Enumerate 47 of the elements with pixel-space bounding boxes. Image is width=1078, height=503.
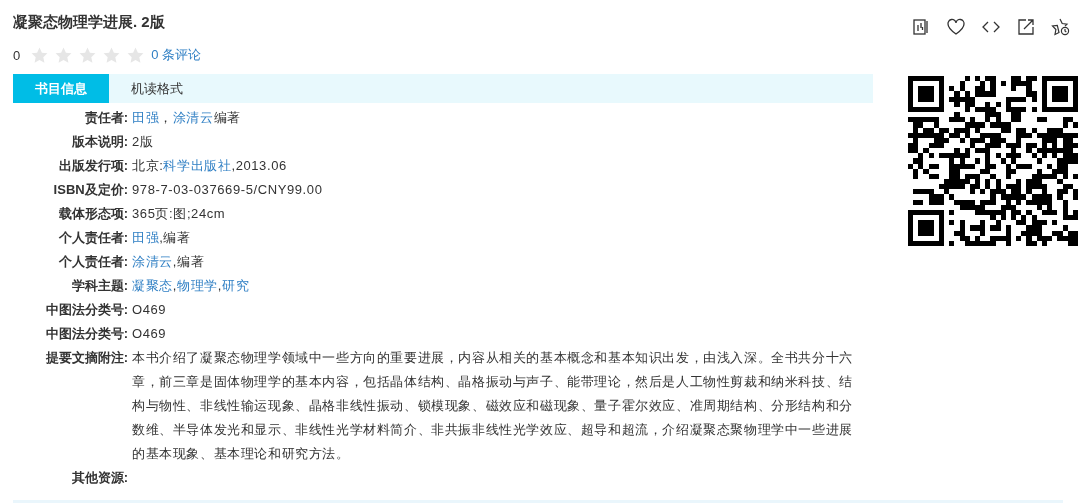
star-icon[interactable] — [126, 45, 146, 65]
field-label: 提要文摘附注: — [44, 349, 128, 367]
value-link[interactable]: 研究 — [222, 278, 250, 293]
field-label: 中图法分类号: — [44, 301, 128, 319]
value-text: ,编著 — [159, 230, 191, 245]
field-label: 个人责任者: — [57, 229, 128, 247]
field-label: 版本说明: — [70, 133, 128, 151]
field-label: 责任者: — [83, 109, 128, 127]
tab[interactable]: 机读格式 — [109, 74, 205, 103]
value-text: ， — [159, 110, 173, 125]
value-text: 978-7-03-037669-5/CNY99.00 — [132, 182, 323, 197]
star-icon[interactable] — [30, 45, 50, 65]
value-text: 365页:图;24cm — [132, 206, 226, 221]
value-link[interactable]: 田强 — [132, 110, 160, 125]
reviews-link[interactable]: 0 条评论 — [151, 46, 202, 64]
book-title: 凝聚态物理学进展. 2版 — [13, 12, 166, 32]
value-link[interactable]: 科学出版社 — [163, 158, 232, 173]
field-label: 中图法分类号: — [44, 325, 128, 343]
star-rating[interactable] — [30, 45, 146, 65]
value-text: 编著 — [213, 110, 241, 125]
star-icon[interactable] — [78, 45, 98, 65]
value-text: ,编著 — [172, 254, 205, 269]
field-label: 其他资源: — [70, 469, 128, 487]
rating-score: 0 — [13, 47, 21, 63]
value-text: O469 — [132, 326, 167, 341]
value-text: 北京: — [132, 158, 164, 173]
share-icon[interactable] — [1016, 17, 1036, 37]
field-label: ISBN及定价: — [52, 181, 128, 199]
heart-icon[interactable] — [946, 17, 966, 37]
value-link[interactable]: 涂清云 — [172, 110, 214, 125]
report-icon[interactable] — [911, 17, 931, 37]
value-link[interactable]: 凝聚态 — [132, 278, 173, 293]
value-text: , — [217, 278, 223, 293]
value-link[interactable]: 田强 — [132, 230, 160, 245]
value-text: 本书介绍了凝聚态物理学领域中一些方向的重要进展，内容从相关的基本概念和基本知识出发，由浅入深。全书共分十六章，前三章是固体物理学的基本内容，包括晶体结构、晶格振动与声子、能带理论，然后是人工物性剪裁和纳米科技、结构与物性、非线性输运现象、晶格非线性振动、锁模现象、磁效应和磁现象、量子霍尔效应、准周期结构、分形结构和分数维、半导体发光和显示、非线性光学材料简介、非共振非线性光学效应、超导和超流，介绍凝聚态聚物理学中一些进展的基本现象、基本理论和研究方法。 — [132, 350, 853, 461]
field-label: 载体形态项: — [57, 205, 128, 223]
value-text: 2版 — [132, 134, 154, 149]
field-label: 个人责任者: — [57, 253, 128, 271]
value-link[interactable]: 物理学 — [177, 278, 218, 293]
star-icon[interactable] — [102, 45, 122, 65]
star-icon[interactable] — [54, 45, 74, 65]
field-label: 学科主题: — [70, 277, 128, 295]
value-text: O469 — [132, 302, 167, 317]
value-text: ,2013.06 — [231, 158, 287, 173]
field-label: 出版发行项: — [57, 157, 128, 175]
value-link[interactable]: 涂清云 — [132, 254, 173, 269]
value-text: , — [172, 278, 178, 293]
